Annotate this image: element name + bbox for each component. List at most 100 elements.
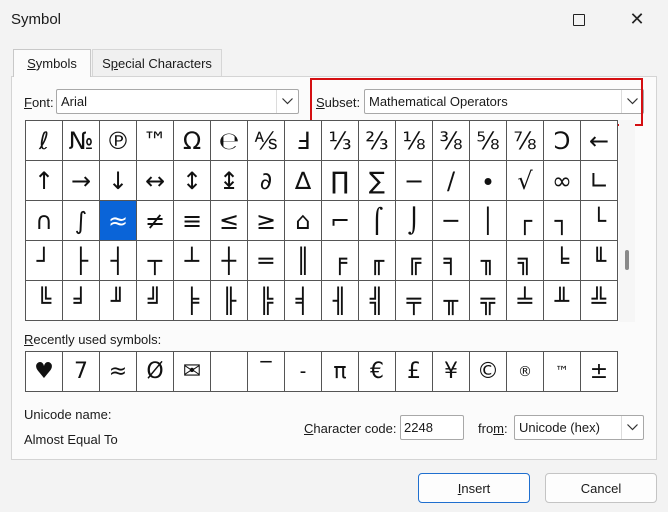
recent-symbol-cell[interactable]: ˗ bbox=[285, 352, 322, 392]
symbol-cell[interactable]: Ↄ bbox=[544, 121, 581, 161]
symbol-cell[interactable]: ⅔ bbox=[359, 121, 396, 161]
close-button[interactable]: ✕ bbox=[614, 0, 660, 40]
symbol-cell[interactable]: ∙ bbox=[470, 161, 507, 201]
symbol-cell[interactable]: ┤ bbox=[100, 241, 137, 281]
recent-symbol-cell[interactable]: ® bbox=[507, 352, 544, 392]
symbol-cell[interactable]: ┼ bbox=[211, 241, 248, 281]
symbol-cell[interactable]: ┘ bbox=[26, 241, 63, 281]
symbol-cell[interactable]: ╝ bbox=[137, 281, 174, 321]
symbol-cell[interactable]: ℮ bbox=[211, 121, 248, 161]
symbol-cell[interactable]: ╥ bbox=[433, 281, 470, 321]
symbol-cell[interactable]: ╨ bbox=[544, 281, 581, 321]
symbol-cell[interactable]: ∆ bbox=[285, 161, 322, 201]
symbol-cell[interactable]: ⅓ bbox=[322, 121, 359, 161]
symbol-cell[interactable]: ╔ bbox=[396, 241, 433, 281]
symbol-cell[interactable]: ╖ bbox=[470, 241, 507, 281]
symbol-cell[interactable]: ╤ bbox=[396, 281, 433, 321]
symbol-cell[interactable]: № bbox=[63, 121, 100, 161]
symbol-cell[interactable]: ⅍ bbox=[248, 121, 285, 161]
cancel-button[interactable]: Cancel bbox=[545, 473, 657, 503]
symbol-cell[interactable]: ∕ bbox=[433, 161, 470, 201]
symbol-cell[interactable]: Ⅎ bbox=[285, 121, 322, 161]
recent-symbol-cell[interactable]: π bbox=[322, 352, 359, 392]
recent-symbol-cell[interactable]: ± bbox=[581, 352, 618, 392]
symbol-cell[interactable]: ╟ bbox=[211, 281, 248, 321]
scrollbar-thumb[interactable] bbox=[625, 250, 629, 270]
symbol-cell[interactable]: Ω bbox=[174, 121, 211, 161]
symbol-cell[interactable]: ╦ bbox=[470, 281, 507, 321]
symbol-cell[interactable]: ↨ bbox=[211, 161, 248, 201]
font-dropdown-button[interactable] bbox=[276, 90, 298, 113]
tab-special-characters[interactable]: Special Characters bbox=[92, 49, 222, 76]
symbol-cell[interactable]: ⅛ bbox=[396, 121, 433, 161]
symbol-cell[interactable]: ⌂ bbox=[285, 201, 322, 241]
recent-symbol-cell[interactable]: € bbox=[359, 352, 396, 392]
symbol-cell[interactable]: ≠ bbox=[137, 201, 174, 241]
symbol-cell[interactable]: ⌐ bbox=[322, 201, 359, 241]
recent-symbol-cell[interactable]: 7 bbox=[63, 352, 100, 392]
symbol-cell[interactable]: ⅜ bbox=[433, 121, 470, 161]
symbol-cell[interactable]: ∞ bbox=[544, 161, 581, 201]
insert-button[interactable]: Insert bbox=[418, 473, 530, 503]
symbol-cell[interactable]: ╛ bbox=[63, 281, 100, 321]
symbol-cell[interactable]: → bbox=[63, 161, 100, 201]
symbol-cell[interactable]: ╞ bbox=[174, 281, 211, 321]
symbol-cell[interactable]: ∫ bbox=[63, 201, 100, 241]
symbol-cell[interactable]: ∩ bbox=[26, 201, 63, 241]
symbol-cell[interactable]: ≡ bbox=[174, 201, 211, 241]
symbol-cell[interactable]: ≥ bbox=[248, 201, 285, 241]
symbol-cell[interactable]: ↔ bbox=[137, 161, 174, 201]
symbol-cell[interactable]: ┬ bbox=[137, 241, 174, 281]
symbol-cell[interactable]: ╢ bbox=[322, 281, 359, 321]
symbol-cell[interactable]: ∑ bbox=[359, 161, 396, 201]
symbol-cell[interactable]: ╓ bbox=[359, 241, 396, 281]
symbol-cell[interactable]: ╕ bbox=[433, 241, 470, 281]
recent-symbol-cell[interactable]: ≈ bbox=[100, 352, 137, 392]
symbol-grid-scrollbar[interactable] bbox=[619, 120, 635, 322]
recent-symbol-cell[interactable] bbox=[211, 352, 248, 392]
symbol-cell[interactable]: ├ bbox=[63, 241, 100, 281]
symbol-cell[interactable]: ╩ bbox=[581, 281, 618, 321]
recent-symbol-cell[interactable]: ™ bbox=[544, 352, 581, 392]
symbol-cell[interactable]: ∟ bbox=[581, 161, 618, 201]
symbol-cell[interactable]: ⅞ bbox=[507, 121, 544, 161]
symbol-cell[interactable]: ╚ bbox=[26, 281, 63, 321]
recent-symbol-cell[interactable]: ♥ bbox=[26, 352, 63, 392]
recent-symbol-cell[interactable]: ✉ bbox=[174, 352, 211, 392]
symbol-cell[interactable]: ↑ bbox=[26, 161, 63, 201]
symbol-cell[interactable]: ℓ bbox=[26, 121, 63, 161]
symbol-cell[interactable]: ∏ bbox=[322, 161, 359, 201]
character-code-input[interactable]: 2248 bbox=[400, 415, 464, 440]
recent-symbol-cell[interactable]: ‾ bbox=[248, 352, 285, 392]
recent-symbol-cell[interactable]: Ø bbox=[137, 352, 174, 392]
symbol-cell[interactable]: ╘ bbox=[544, 241, 581, 281]
recent-symbols-grid[interactable]: ♥ 7 ≈ Ø ✉ ‾ ˗ π € £ ¥ © ® ™ ± bbox=[25, 351, 618, 392]
symbol-cell[interactable]: ╗ bbox=[507, 241, 544, 281]
font-combobox[interactable]: Arial bbox=[56, 89, 299, 114]
symbol-cell[interactable]: ↓ bbox=[100, 161, 137, 201]
symbol-cell[interactable]: ← bbox=[581, 121, 618, 161]
symbol-cell[interactable]: ≤ bbox=[211, 201, 248, 241]
symbol-cell[interactable]: ∂ bbox=[248, 161, 285, 201]
symbol-cell[interactable]: │ bbox=[470, 201, 507, 241]
symbol-cell[interactable]: ┐ bbox=[544, 201, 581, 241]
recent-symbol-cell[interactable]: © bbox=[470, 352, 507, 392]
symbol-cell[interactable]: ™ bbox=[137, 121, 174, 161]
symbol-cell[interactable]: ╣ bbox=[359, 281, 396, 321]
symbol-cell[interactable]: √ bbox=[507, 161, 544, 201]
symbol-cell[interactable]: ≈ bbox=[100, 201, 137, 241]
symbol-cell[interactable]: ⌠ bbox=[359, 201, 396, 241]
recent-symbol-cell[interactable]: £ bbox=[396, 352, 433, 392]
symbol-cell[interactable]: ╒ bbox=[322, 241, 359, 281]
symbol-cell[interactable]: ╙ bbox=[581, 241, 618, 281]
symbol-cell[interactable]: └ bbox=[581, 201, 618, 241]
from-combobox[interactable]: Unicode (hex) bbox=[514, 415, 644, 440]
symbol-cell[interactable]: ┌ bbox=[507, 201, 544, 241]
symbol-cell[interactable]: ↕ bbox=[174, 161, 211, 201]
tab-symbols[interactable]: Symbols bbox=[13, 49, 91, 77]
recent-symbol-cell[interactable]: ¥ bbox=[433, 352, 470, 392]
symbol-cell[interactable]: ╠ bbox=[248, 281, 285, 321]
symbol-cell[interactable]: ℗ bbox=[100, 121, 137, 161]
symbol-cell[interactable]: ┴ bbox=[174, 241, 211, 281]
symbol-cell[interactable]: ⅝ bbox=[470, 121, 507, 161]
